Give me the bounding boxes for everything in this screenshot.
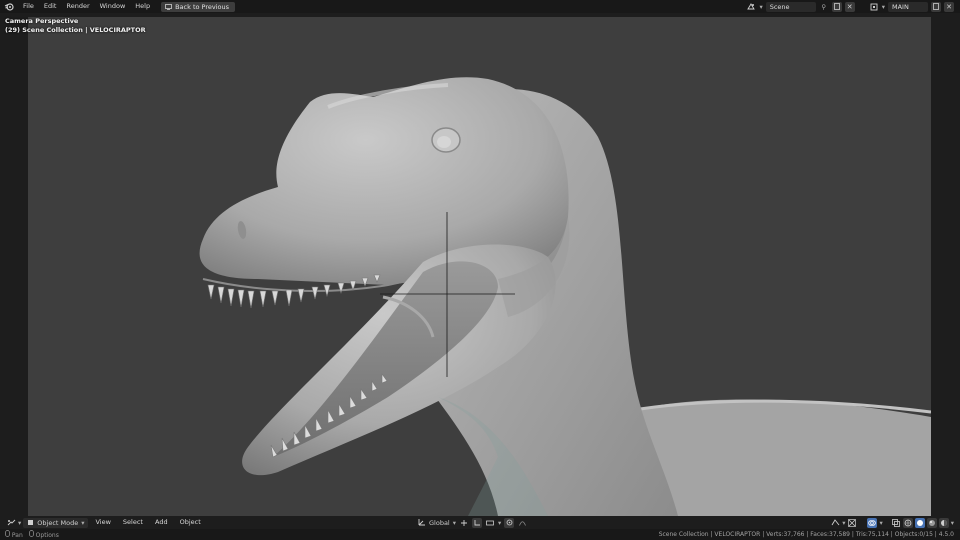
- menu-window[interactable]: Window: [95, 0, 131, 13]
- new-view-layer-icon[interactable]: [931, 1, 941, 12]
- viewport-header-left: ▾ Object Mode ▾ View Select Add Object: [0, 516, 206, 529]
- screen-icon: [165, 3, 172, 10]
- pin-icon[interactable]: ⚲: [819, 2, 829, 12]
- 3d-viewport-area[interactable]: Camera Perspective (29) Scene Collection…: [0, 13, 960, 516]
- gizmo-icon[interactable]: [847, 518, 857, 528]
- snap-target-icon[interactable]: [485, 518, 495, 528]
- transform-orientation-icon: [418, 518, 426, 528]
- menu-select[interactable]: Select: [118, 516, 148, 529]
- chevron-down-icon: ▾: [950, 518, 954, 527]
- camera-perspective-label: Camera Perspective: [5, 17, 79, 25]
- object-mode-icon: [28, 520, 34, 525]
- menu-help[interactable]: Help: [130, 0, 155, 13]
- object-mode-label: Object Mode: [37, 518, 79, 527]
- menu-file[interactable]: File: [18, 0, 39, 13]
- chevron-down-icon: ▾: [881, 2, 885, 11]
- scene-collection-label: (29) Scene Collection | VELOCIRAPTOR: [5, 26, 146, 34]
- chevron-down-icon: ▾: [452, 518, 457, 527]
- scene-statistics: Scene Collection | VELOCIRAPTOR | Verts:…: [658, 531, 954, 538]
- chevron-down-icon: ▾: [498, 518, 502, 527]
- status-bar: Pan Options Scene Collection | VELOCIRAP…: [0, 529, 960, 540]
- menu-edit[interactable]: Edit: [39, 0, 62, 13]
- blender-logo-icon[interactable]: [0, 0, 18, 13]
- editor-type-icon[interactable]: [6, 518, 16, 528]
- chevron-down-icon: ▾: [842, 518, 846, 527]
- options-hint-label: Options: [35, 532, 59, 539]
- viewport-header: ▾ Object Mode ▾ View Select Add Object G…: [0, 516, 960, 529]
- view-layer-value: MAIN: [892, 2, 909, 11]
- mouse-icon: [5, 530, 10, 537]
- material-preview-icon[interactable]: [926, 517, 937, 528]
- scene-name-field[interactable]: Scene: [765, 1, 816, 12]
- view-layer-icon[interactable]: [869, 2, 879, 12]
- xray-icon[interactable]: [891, 518, 901, 528]
- snap-icon[interactable]: [472, 517, 483, 528]
- view-layer-field[interactable]: MAIN: [888, 1, 928, 12]
- viewport-shading-controls: ▾ ▾ ▾: [830, 516, 954, 529]
- delete-scene-icon[interactable]: ✕: [844, 1, 855, 12]
- menu-object[interactable]: Object: [175, 516, 206, 529]
- scene-name-value: Scene: [769, 2, 790, 11]
- transform-controls: Global ▾ ▾: [418, 516, 527, 529]
- menu-view[interactable]: View: [90, 516, 115, 529]
- top-bar: File Edit Render Window Help Back to Pre…: [0, 0, 960, 13]
- mouse-icon: [28, 530, 34, 537]
- workspace-controls: ▾ Scene ⚲ ✕ ▾ MAIN ✕: [746, 0, 960, 13]
- transform-orientation-dropdown[interactable]: Global: [429, 519, 450, 527]
- chevron-down-icon: ▾: [18, 518, 22, 527]
- main-menu: File Edit Render Window Help: [18, 0, 155, 13]
- chevron-down-icon: ▾: [759, 2, 763, 11]
- pan-hint-label: Pan: [11, 532, 23, 539]
- new-scene-icon[interactable]: [831, 1, 842, 12]
- chevron-down-icon: ▾: [879, 518, 883, 527]
- overlays-icon[interactable]: [867, 517, 878, 528]
- falloff-icon[interactable]: [517, 518, 527, 528]
- chevron-down-icon: ▾: [81, 518, 85, 527]
- wireframe-shading-icon[interactable]: [902, 517, 913, 528]
- pivot-point-icon[interactable]: [459, 518, 469, 528]
- status-hints: Pan Options: [0, 530, 59, 539]
- mouse-pan-hint: Pan: [5, 530, 23, 539]
- visibility-icon[interactable]: [830, 518, 840, 528]
- mouse-options-hint: Options: [28, 530, 59, 539]
- delete-view-layer-icon[interactable]: ✕: [944, 1, 954, 12]
- back-to-previous-button[interactable]: Back to Previous: [161, 1, 236, 12]
- solid-shading-icon[interactable]: [914, 517, 925, 528]
- menu-add[interactable]: Add: [150, 516, 173, 529]
- velociraptor-model[interactable]: [28, 17, 931, 516]
- camera-view[interactable]: [28, 17, 931, 516]
- proportional-editing-icon[interactable]: [504, 517, 515, 528]
- scene-icon[interactable]: [746, 2, 756, 12]
- object-mode-dropdown[interactable]: Object Mode ▾: [23, 517, 89, 528]
- back-to-previous-label: Back to Previous: [175, 2, 230, 11]
- menu-render[interactable]: Render: [61, 0, 94, 13]
- rendered-shading-icon[interactable]: [938, 517, 949, 528]
